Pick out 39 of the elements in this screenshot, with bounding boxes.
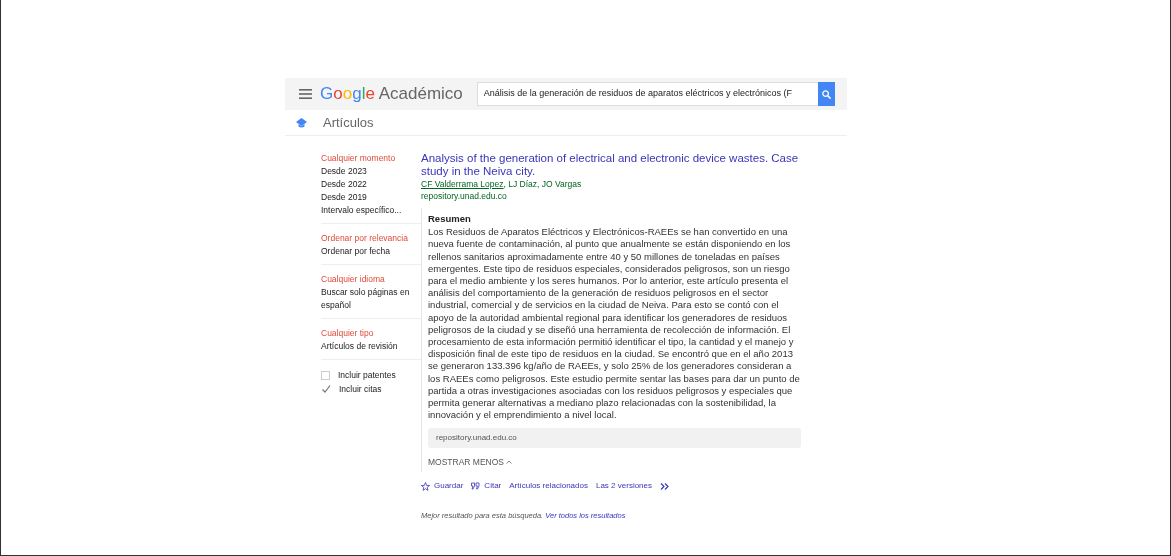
mortarboard-icon xyxy=(296,117,307,128)
author-names: , LJ Díaz, JO Vargas xyxy=(503,178,582,190)
section-title: Artículos xyxy=(323,113,374,132)
filter-link[interactable]: Ordenar por relevancia xyxy=(321,232,421,245)
filter-link[interactable]: Cualquier momento xyxy=(321,152,421,165)
menu-icon[interactable] xyxy=(299,89,312,99)
logo[interactable]: Google Académico xyxy=(320,81,463,107)
result-title-link[interactable]: Analysis of the generation of electrical and electronic device wastes. Case study in the Neiva city. xyxy=(421,152,801,178)
more-button[interactable] xyxy=(660,482,669,490)
filter-link[interactable]: Ordenar por fecha xyxy=(321,245,421,258)
result-link[interactable]: Artículos relacionados xyxy=(509,480,588,493)
abstract-heading: Resumen xyxy=(428,212,472,226)
search-icon xyxy=(822,89,831,99)
double-chevron-icon xyxy=(660,482,669,490)
filter-link[interactable]: Cualquier idioma xyxy=(321,273,421,286)
filter-link[interactable]: Artículos de revisión xyxy=(321,340,421,353)
search-field[interactable]: Análisis de la generación de residuos de aparatos eléctricos y electrónicos (F xyxy=(476,82,818,106)
author-link[interactable]: CF Valderrama Lopez xyxy=(421,178,504,190)
filter-link[interactable]: Intervalo específico... xyxy=(321,204,421,217)
checkbox[interactable] xyxy=(321,384,331,394)
search-button[interactable] xyxy=(818,82,835,106)
checkbox-label[interactable]: Incluir patentes xyxy=(338,368,396,382)
abstract-text: Los Residuos de Aparatos Eléctricos y Electrónicos-RAEEs se han convertido en una nueva fuente de contaminación, al punto que anualmente se están disponiendo en los rellenos sanitarios aproximadamente entre 40 y 50 millones de toneladas en países emergentes. Este tipo de residuos especiales, considerados peligrosos, son un riesgo para el medio ambiente y los seres humanos. Por lo anterior, este artículo presenta el análisis del comportamiento de la generación de residuos peligrosos en el sector industrial, comercial y de servicios en la ciudad de Neiva. Para esto se contó con el apoyo de la autoridad ambiental regional para identificar los generadores de residuos peligrosos de la ciudad y se diseñó una herramienta de recolección de información. El procesamiento de esta información permitió identificar el tipo, la cantidad y el manejo y disposición final de este tipo de residuos en la ciudad. Se encontró que en el año 2013 se generaron 133.396 kg/año de RAEEs, y solo 25% de los generadores consideran a los RAEEs como peligrosos. Este estudio permite sentar las bases para dar un punto de partida a otras investigaciones asociadas con los residuos peligrosos y especiales que permita generar alternativas a mediano plazo relacionadas con la sostenibilidad, la innovación y el emprendimiento a nivel local. xyxy=(428,226,801,422)
save-link[interactable]: Guardar xyxy=(421,480,464,493)
filter-link[interactable]: Desde 2023 xyxy=(321,165,421,178)
star-icon xyxy=(421,481,430,491)
checkbox[interactable] xyxy=(321,370,330,380)
filter-link[interactable]: Desde 2019 xyxy=(321,191,421,204)
show-less-button[interactable]: MOSTRAR MENOS xyxy=(428,455,513,473)
filter-link[interactable]: Desde 2022 xyxy=(321,178,421,191)
filter-link[interactable]: Buscar solo páginas en español xyxy=(321,286,421,312)
quote-icon xyxy=(471,482,481,491)
cite-link[interactable]: Citar xyxy=(471,480,502,493)
source-box: repository.unad.edu.co xyxy=(428,427,801,448)
checkbox-label[interactable]: Incluir citas xyxy=(339,382,382,396)
caret-up-icon xyxy=(506,460,513,465)
filter-link[interactable]: Cualquier tipo xyxy=(321,327,421,340)
result-source: repository.unad.edu.co xyxy=(421,190,508,202)
result-link[interactable]: Las 2 versiones xyxy=(595,480,652,493)
